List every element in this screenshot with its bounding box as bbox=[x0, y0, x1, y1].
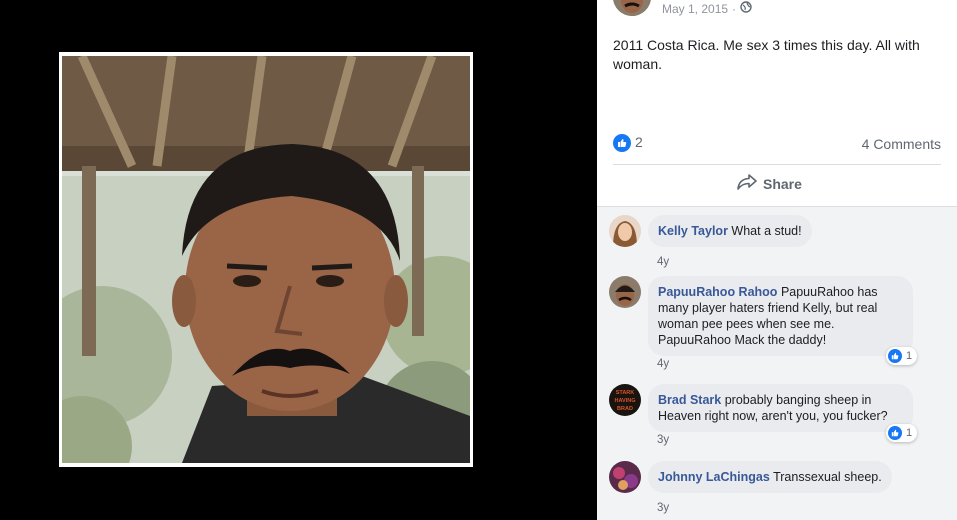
comment-time[interactable]: 4y bbox=[657, 358, 669, 370]
photo-image bbox=[62, 56, 470, 463]
author-avatar[interactable] bbox=[613, 0, 651, 16]
comment-reaction[interactable]: 1 bbox=[886, 424, 918, 442]
comment-reaction[interactable]: 1 bbox=[886, 347, 918, 365]
share-icon bbox=[737, 174, 757, 193]
svg-text:HAVING: HAVING bbox=[615, 398, 636, 404]
like-icon bbox=[888, 426, 902, 440]
like-count[interactable]: 2 bbox=[635, 134, 643, 150]
divider bbox=[613, 164, 941, 165]
post-text: 2011 Costa Rica. Me sex 3 times this day… bbox=[613, 37, 920, 72]
comment-text: Transsexual sheep. bbox=[773, 470, 882, 484]
avatar[interactable] bbox=[609, 461, 641, 493]
reaction-count: 1 bbox=[906, 350, 913, 362]
post-meta: May 1, 2015 · bbox=[662, 1, 752, 16]
post-panel: May 1, 2015 · 2011 Costa Rica. Me sex 3 … bbox=[597, 0, 957, 520]
photo-viewer bbox=[0, 0, 597, 520]
comment-time[interactable]: 3y bbox=[657, 502, 669, 514]
avatar[interactable] bbox=[609, 276, 641, 308]
comment-author[interactable]: Johnny LaChingas bbox=[658, 470, 770, 484]
avatar[interactable]: STARK HAVING BRAD bbox=[609, 384, 641, 416]
post-stats: 2 4 Comments bbox=[613, 133, 941, 153]
comment-bubble: Kelly Taylor What a stud! bbox=[648, 215, 812, 247]
comment-author[interactable]: Brad Stark bbox=[658, 393, 721, 407]
comment-text: What a stud! bbox=[731, 224, 802, 238]
comment-bubble: Brad Stark probably banging sheep in Hea… bbox=[648, 384, 913, 432]
svg-text:BRAD: BRAD bbox=[617, 406, 633, 412]
post-date[interactable]: May 1, 2015 bbox=[662, 2, 728, 16]
reaction-count: 1 bbox=[906, 427, 913, 439]
comments-count-link[interactable]: 4 Comments bbox=[862, 136, 941, 152]
comment-author[interactable]: PapuuRahoo Rahoo bbox=[658, 285, 777, 299]
comment-time[interactable]: 3y bbox=[657, 434, 669, 446]
comment-author[interactable]: Kelly Taylor bbox=[658, 224, 728, 238]
like-icon bbox=[888, 349, 902, 363]
meta-separator: · bbox=[732, 1, 737, 16]
share-label: Share bbox=[763, 175, 802, 192]
globe-icon bbox=[740, 1, 752, 16]
svg-text:STARK: STARK bbox=[616, 390, 635, 396]
comment-bubble: PapuuRahoo Rahoo PapuuRahoo has many pla… bbox=[648, 276, 913, 356]
share-button[interactable]: Share bbox=[737, 174, 802, 193]
like-reaction-icon[interactable] bbox=[613, 134, 631, 152]
comment-bubble: Johnny LaChingas Transsexual sheep. bbox=[648, 461, 892, 493]
comments-list: Kelly Taylor What a stud! 4y PapuuRahoo … bbox=[597, 206, 957, 520]
comment-time[interactable]: 4y bbox=[657, 256, 669, 268]
avatar[interactable] bbox=[609, 215, 641, 247]
post-photo[interactable] bbox=[59, 52, 473, 467]
